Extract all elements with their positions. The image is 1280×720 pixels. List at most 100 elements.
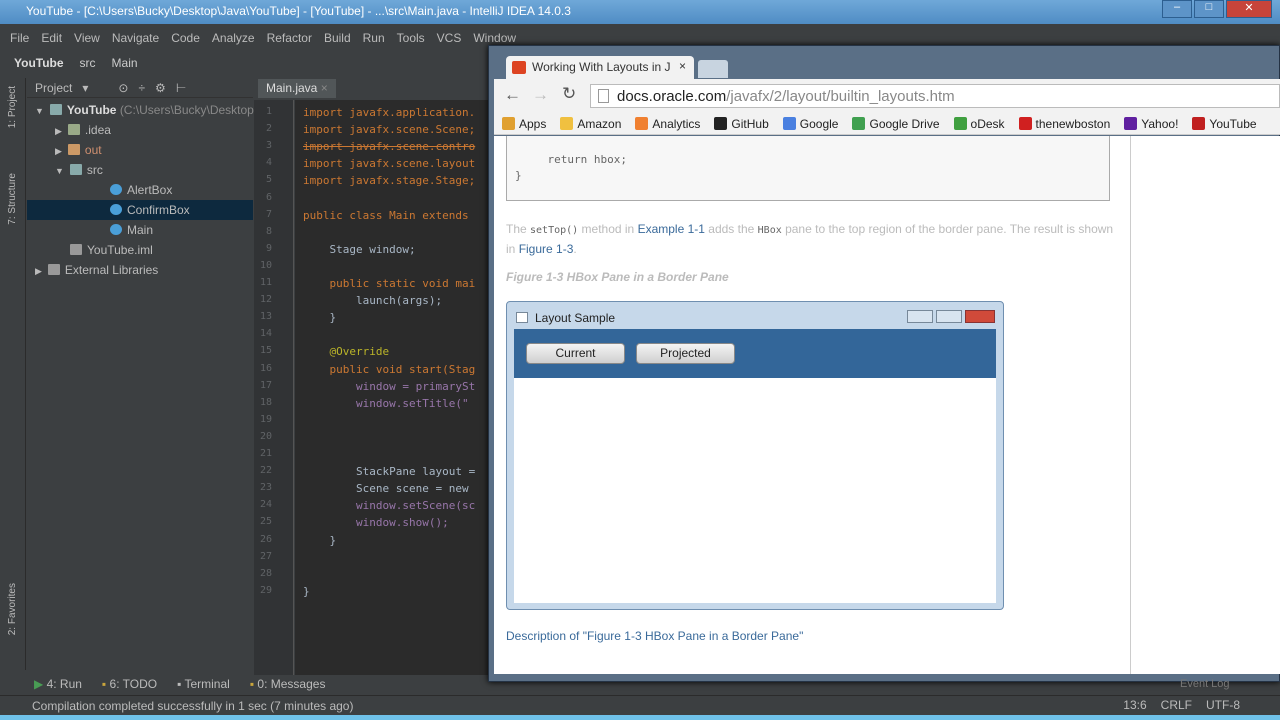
nav-project[interactable]: YouTube	[14, 56, 64, 70]
status-bar: Compilation completed successfully in 1 …	[0, 695, 1280, 715]
menu-tools[interactable]: Tools	[397, 31, 425, 45]
class-icon	[110, 224, 122, 235]
close-tab-icon[interactable]: ×	[679, 59, 686, 73]
tree-item[interactable]: AlertBox	[27, 180, 253, 200]
run-icon: ▶	[34, 677, 47, 691]
dropdown-icon[interactable]: ▾	[82, 81, 88, 95]
bookmark-apps[interactable]: Apps	[502, 116, 546, 131]
tab-main-java[interactable]: Main.java ×	[258, 79, 336, 98]
menu-analyze[interactable]: Analyze	[212, 31, 255, 45]
label: Terminal	[184, 677, 230, 691]
tree-label: .idea	[84, 123, 111, 137]
new-tab-button[interactable]	[698, 60, 728, 78]
folder-icon	[49, 104, 62, 115]
bookmark-yahoo-[interactable]: Yahoo!	[1124, 116, 1178, 131]
tree-item[interactable]: ▶ External Libraries	[27, 260, 253, 280]
hide-icon[interactable]: ⊢	[176, 81, 186, 95]
bookmark-google[interactable]: Google	[782, 116, 838, 131]
tree-item[interactable]: ▶ out	[27, 140, 253, 160]
bookmark-analytics[interactable]: Analytics	[635, 116, 700, 131]
expand-arrow-icon[interactable]: ▼	[35, 106, 44, 116]
tree-item[interactable]: ConfirmBox	[27, 200, 253, 220]
forward-icon[interactable]: →	[532, 85, 549, 105]
event-log[interactable]: Event Log	[1180, 678, 1230, 690]
collapse-icon[interactable]: ÷	[138, 81, 145, 95]
menu-view[interactable]: View	[74, 31, 100, 45]
tree-item[interactable]: ▼ src	[27, 160, 253, 180]
bookmark-thenewboston[interactable]: thenewboston	[1018, 116, 1110, 131]
folder-icon	[70, 244, 82, 255]
menu-edit[interactable]: Edit	[41, 31, 62, 45]
text: adds the	[704, 222, 758, 236]
nav-main[interactable]: Main	[112, 56, 138, 70]
minimize-icon[interactable]: –	[1162, 0, 1192, 18]
encoding[interactable]: UTF-8	[1206, 698, 1240, 712]
code-hbox: HBox	[757, 225, 782, 236]
close-icon[interactable]: ✕	[1226, 0, 1272, 18]
figure-link[interactable]: Figure 1-3	[519, 242, 574, 256]
browser-tab[interactable]: Working With Layouts in J ×	[506, 56, 694, 79]
tree-item[interactable]: ▶ .idea	[27, 120, 253, 140]
code-line: public void start(Stag	[303, 362, 476, 376]
gear-icon[interactable]: ⚙	[155, 81, 166, 95]
maximize-icon	[936, 310, 962, 323]
line-number: 14	[259, 328, 272, 340]
line-number: 15	[259, 345, 272, 357]
menu-refactor[interactable]: Refactor	[267, 31, 312, 45]
expand-arrow-icon[interactable]: ▶	[55, 126, 62, 136]
todo-tool[interactable]: ▪ 6: TODO	[102, 677, 157, 691]
bookmark-odesk[interactable]: oDesk	[953, 116, 1005, 131]
tree-item[interactable]: YouTube.iml	[27, 240, 253, 260]
menu-file[interactable]: File	[10, 31, 29, 45]
code-line: import javafx.scene.Scene;	[303, 123, 476, 137]
window-title-bar: YouTube - [C:\Users\Bucky\Desktop\Java\Y…	[0, 0, 1280, 24]
tree-item[interactable]: ▼ YouTube (C:\Users\Bucky\Desktop	[27, 100, 254, 120]
close-tab-icon[interactable]: ×	[321, 81, 328, 95]
reload-icon[interactable]: ↻	[562, 84, 576, 104]
project-tool-tab[interactable]: 1: Project	[7, 86, 18, 128]
code-line: launch(args);	[303, 294, 443, 308]
expand-arrow-icon[interactable]: ▶	[35, 266, 42, 276]
line-number: 12	[259, 294, 272, 306]
folder-icon	[67, 144, 80, 155]
bookmark-amazon[interactable]: Amazon	[560, 116, 621, 131]
nav-src[interactable]: src	[80, 56, 96, 70]
code-editor[interactable]: import javafx.application. import javafx.…	[295, 100, 490, 675]
terminal-tool[interactable]: ▪ Terminal	[177, 677, 230, 691]
expand-arrow-icon[interactable]: ▼	[55, 166, 64, 176]
menu-navigate[interactable]: Navigate	[112, 31, 159, 45]
bookmark-github[interactable]: GitHub	[714, 116, 769, 131]
bookmark-icon	[852, 117, 866, 130]
menu-run[interactable]: Run	[363, 31, 385, 45]
menu-build[interactable]: Build	[324, 31, 351, 45]
project-view-selector[interactable]: Project	[35, 81, 72, 95]
menu-vcs[interactable]: VCS	[437, 31, 462, 45]
example-link[interactable]: Example 1-1	[638, 222, 705, 236]
line-separator[interactable]: CRLF	[1161, 698, 1192, 712]
bookmark-icon	[714, 117, 728, 130]
bookmark-youtube[interactable]: YouTube	[1192, 116, 1257, 131]
line-number: 21	[259, 448, 272, 459]
structure-tool-tab[interactable]: 7: Structure	[7, 173, 18, 225]
caret-position[interactable]: 13:6	[1123, 698, 1146, 712]
sync-icon[interactable]: ⊙	[118, 81, 128, 95]
address-bar[interactable]: docs.oracle.com/javafx/2/layout/builtin_…	[590, 84, 1280, 108]
content-divider	[1130, 136, 1131, 674]
menu-code[interactable]: Code	[171, 31, 200, 45]
bookmark-google-drive[interactable]: Google Drive	[852, 116, 940, 131]
description-link[interactable]: Description of "Figure 1-3 HBox Pane in …	[506, 629, 803, 643]
maximize-icon[interactable]: □	[1194, 0, 1224, 18]
messages-tool[interactable]: ▪ 0: Messages	[250, 677, 326, 691]
menu-window[interactable]: Window	[473, 31, 516, 45]
figure-caption: Figure 1-3 HBox Pane in a Border Pane	[506, 270, 729, 284]
favorites-tool-tab[interactable]: 2: Favorites	[7, 583, 18, 635]
tree-label: Main	[127, 223, 154, 237]
tree-item[interactable]: Main	[27, 220, 253, 240]
expand-arrow-icon[interactable]: ▶	[55, 146, 62, 156]
bookmark-label: Google Drive	[869, 116, 940, 131]
line-number: 17	[259, 379, 272, 391]
tab-label: Main.java	[266, 81, 318, 95]
url-path: /javafx/2/layout/builtin_layouts.htm	[726, 88, 955, 105]
run-tool[interactable]: ▶ 4: Run	[34, 677, 82, 691]
back-icon[interactable]: ←	[504, 85, 521, 105]
